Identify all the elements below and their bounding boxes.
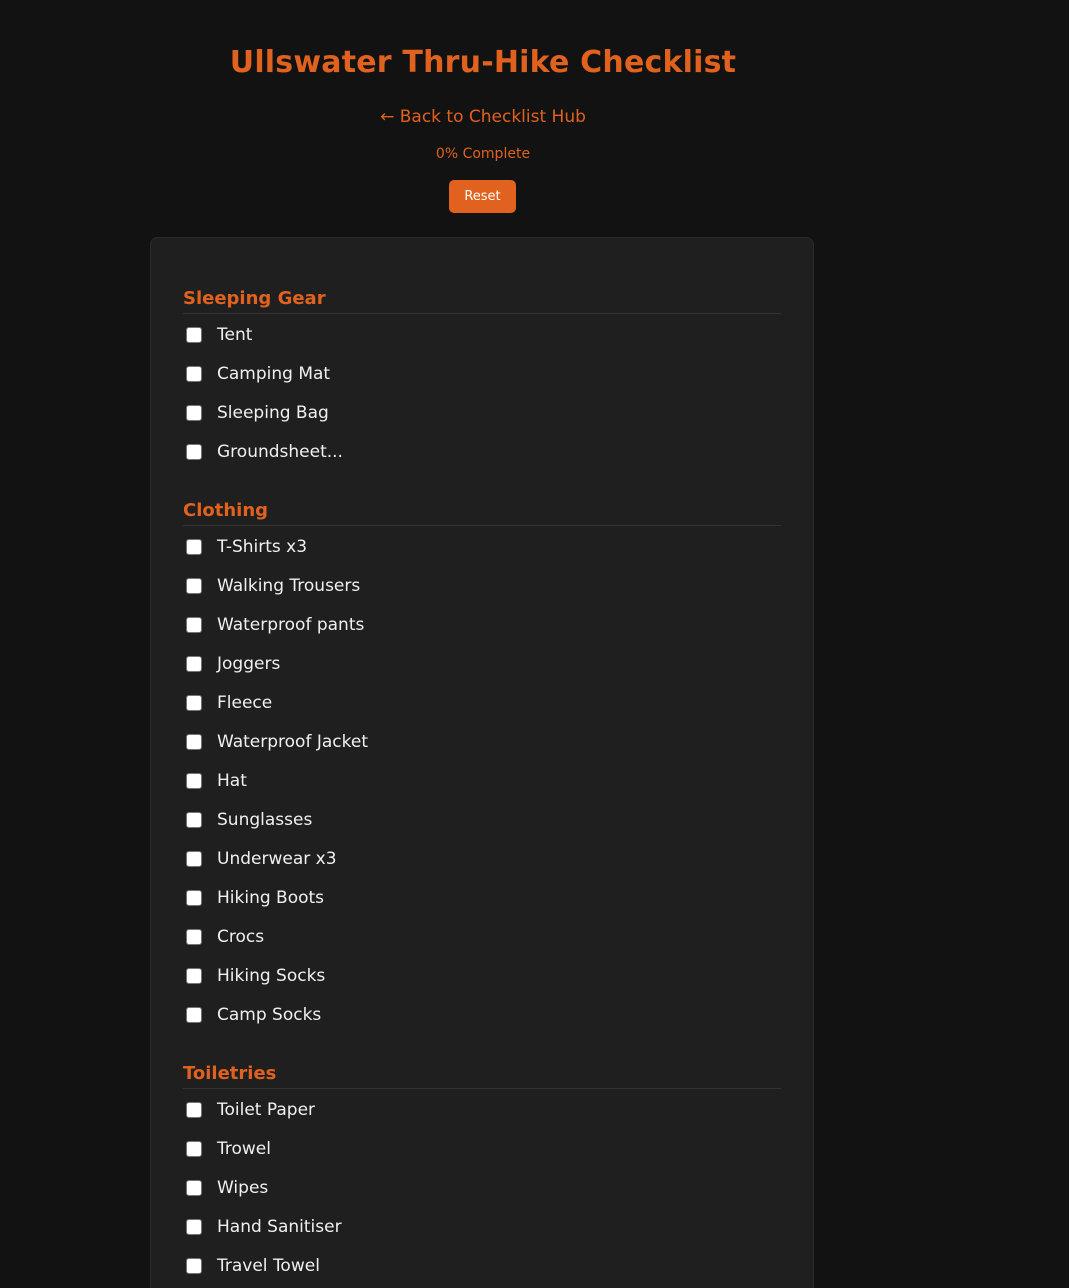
item-label: Tent (217, 324, 253, 345)
item-checkbox[interactable] (186, 365, 202, 382)
item-checkbox[interactable] (186, 1257, 202, 1274)
item-label: Fleece (217, 692, 273, 713)
item-checkbox[interactable] (186, 616, 202, 633)
progress-text: 0% Complete (435, 146, 531, 162)
item-checkbox[interactable] (186, 655, 202, 672)
item-checkbox[interactable] (186, 1140, 202, 1157)
item-checkbox[interactable] (186, 1006, 202, 1023)
checklist-item[interactable]: Hiking Socks (183, 956, 781, 995)
item-checkbox[interactable] (186, 443, 202, 460)
checklist-item[interactable]: Hand Sanitiser (183, 1207, 781, 1246)
checklist-item[interactable]: Sunglasses (183, 800, 781, 839)
checklist-items: T-Shirts x3 Walking Trousers Waterproof pa… (183, 527, 781, 1034)
checklist-item[interactable]: Camp Socks (183, 995, 781, 1034)
item-label: Toilet Paper (217, 1099, 316, 1120)
checklist-item[interactable]: Camping Mat (183, 354, 781, 393)
checklist-item[interactable]: Walking Trousers (183, 566, 781, 605)
item-checkbox[interactable] (186, 850, 202, 867)
item-checkbox[interactable] (186, 811, 202, 828)
section-title: Toiletries (183, 1062, 781, 1089)
checklist-section-clothing: Clothing T-Shirts x3 Walking Trousers Water… (183, 499, 781, 1034)
section-title: Sleeping Gear (183, 287, 781, 314)
item-label: Hand Sanitiser (217, 1216, 342, 1237)
item-label: Trowel (217, 1138, 271, 1159)
checklist-item[interactable]: Hiking Boots (183, 878, 781, 917)
item-label: Hiking Socks (217, 965, 326, 986)
checklist-item[interactable]: Travel Towel (183, 1246, 781, 1285)
item-label: Sunglasses (217, 809, 313, 830)
checklist-item[interactable]: Crocs (183, 917, 781, 956)
checklist-item[interactable]: Toilet Paper (183, 1090, 781, 1129)
checklist-item[interactable]: T-Shirts x3 (183, 527, 781, 566)
item-checkbox[interactable] (186, 1218, 202, 1235)
item-checkbox[interactable] (186, 1179, 202, 1196)
checklist-items: Tent Camping Mat Sleeping Bag Groundsheet..… (183, 315, 781, 471)
item-label: Joggers (217, 653, 281, 674)
item-label: Hat (217, 770, 247, 791)
checklist-item[interactable]: Groundsheet... (183, 432, 781, 471)
item-label: Camp Socks (217, 1004, 322, 1025)
item-checkbox[interactable] (186, 577, 202, 594)
item-label: Crocs (217, 926, 265, 947)
item-checkbox[interactable] (186, 772, 202, 789)
checklist-card: Sleeping Gear Tent Camping Mat Sleeping Bag… (150, 237, 814, 1288)
checklist-item[interactable]: Wipes (183, 1168, 781, 1207)
checklist-item[interactable]: Trowel (183, 1129, 781, 1168)
item-label: T-Shirts x3 (217, 536, 308, 557)
item-label: Waterproof Jacket (217, 731, 368, 752)
section-title: Clothing (183, 499, 781, 526)
item-label: Walking Trousers (217, 575, 361, 596)
checklist-items: Toilet Paper Trowel Wipes Hand Sanitiser Tra… (183, 1090, 781, 1285)
item-checkbox[interactable] (186, 538, 202, 555)
item-checkbox[interactable] (186, 1101, 202, 1118)
checklist-section-sleeping-gear: Sleeping Gear Tent Camping Mat Sleeping Bag… (183, 287, 781, 471)
checklist-item[interactable]: Tent (183, 315, 781, 354)
checklist-section-toiletries: Toiletries Toilet Paper Trowel Wipes Hand Sa… (183, 1062, 781, 1285)
checklist-item[interactable]: Joggers (183, 644, 781, 683)
item-checkbox[interactable] (186, 967, 202, 984)
item-checkbox[interactable] (186, 733, 202, 750)
item-checkbox[interactable] (186, 694, 202, 711)
reset-button[interactable]: Reset (449, 180, 516, 213)
item-label: Waterproof pants (217, 614, 365, 635)
item-label: Sleeping Bag (217, 402, 329, 423)
item-checkbox[interactable] (186, 889, 202, 906)
checklist-item[interactable]: Waterproof pants (183, 605, 781, 644)
item-label: Hiking Boots (217, 887, 325, 908)
item-label: Underwear x3 (217, 848, 337, 869)
item-checkbox[interactable] (186, 928, 202, 945)
item-label: Groundsheet... (217, 441, 343, 462)
item-label: Camping Mat (217, 363, 331, 384)
item-checkbox[interactable] (186, 326, 202, 343)
checklist-item[interactable]: Underwear x3 (183, 839, 781, 878)
back-to-hub-link[interactable]: ← Back to Checklist Hub (150, 106, 816, 128)
item-label: Wipes (217, 1177, 269, 1198)
page-title: Ullswater Thru-Hike Checklist (229, 45, 737, 80)
checklist-item[interactable]: Waterproof Jacket (183, 722, 781, 761)
checklist-item[interactable]: Sleeping Bag (183, 393, 781, 432)
checklist-item[interactable]: Fleece (183, 683, 781, 722)
checklist-page: Ullswater Thru-Hike Checklist ← Back to … (0, 0, 1069, 1288)
checklist-item[interactable]: Hat (183, 761, 781, 800)
item-label: Travel Towel (217, 1255, 320, 1276)
item-checkbox[interactable] (186, 404, 202, 421)
